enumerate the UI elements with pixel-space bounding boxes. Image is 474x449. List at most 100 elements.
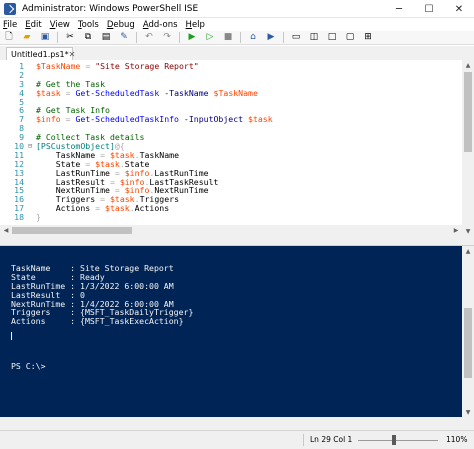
menu-addons[interactable]: Add-ons [143,20,178,30]
console-output-line: Actions : {MSFT_TaskExecAction} [11,316,184,327]
copy-icon[interactable]: ⧉ [82,32,94,43]
clear-icon[interactable]: ✎ [118,32,130,43]
toolbar-separator [136,32,137,43]
run-selection-icon[interactable]: ▷ [204,32,216,43]
console-horizontal-scrollbar[interactable] [0,417,474,430]
console-pane[interactable]: TaskName : Site Storage Report State : Re… [0,246,462,417]
pane-splitter[interactable] [0,236,474,246]
new-icon[interactable]: 🗋 [3,32,15,43]
toolbar-separator [179,32,180,43]
editor-line: 17 Actions = $task.Actions [0,204,462,213]
tab-label: Untitled1.ps1* [11,49,69,59]
menu-debug[interactable]: Debug [107,20,135,30]
command-pane-icon[interactable]: ⊞ [362,32,374,43]
fold-gutter [28,178,36,187]
redo-icon[interactable]: ↷ [161,32,173,43]
editor-line: 18} [0,213,462,222]
editor-vertical-scrollbar[interactable]: ▲ ▼ [462,60,474,236]
console-vertical-scrollbar[interactable]: ▲ ▼ [462,246,474,417]
fold-gutter [28,71,36,80]
fold-gutter [28,133,36,142]
script-editor[interactable]: 1 $TaskName = "Site Storage Report" 2 3 # Ge… [0,60,462,224]
code-text: } [36,212,41,223]
menu-help[interactable]: Help [186,20,205,30]
fold-gutter [28,124,36,133]
fold-gutter [28,213,36,222]
tab-close-icon[interactable]: ✕ [69,50,76,59]
toolbar-separator [283,32,284,43]
code-text: $info = Get-ScheduledTaskInfo -InputObje… [36,114,273,125]
stop-icon[interactable]: ■ [222,32,234,43]
cut-icon[interactable]: ✂ [64,32,76,43]
minimize-button[interactable]: ─ [384,0,414,18]
scroll-up-icon[interactable]: ▲ [462,60,474,70]
status-divider [303,434,304,446]
fold-gutter [28,195,36,204]
zoom-slider-thumb[interactable] [392,435,396,445]
cursor-position: Ln 29 Col 1 [310,435,353,444]
menu-tools[interactable]: Tools [78,20,99,30]
fold-gutter [28,115,36,124]
fold-gutter [28,186,36,195]
menu-bar: File Edit View Tools Debug Add-ons Help [0,18,474,31]
console-cursor [11,332,12,340]
title-bar: Administrator: Windows PowerShell ISE ─ … [0,0,474,18]
save-icon[interactable]: ▣ [39,32,51,43]
menu-file[interactable]: File [3,20,17,30]
toolbar-separator [240,32,241,43]
window-title: Administrator: Windows PowerShell ISE [22,3,199,14]
collapse-icon[interactable]: ⊟ [28,142,36,151]
layout-maximized-icon[interactable]: □ [326,32,338,43]
editor-line: 1 $TaskName = "Site Storage Report" [0,62,462,71]
menu-edit[interactable]: Edit [25,20,41,30]
remote-icon[interactable]: ⌂ [247,32,259,43]
fold-gutter [28,151,36,160]
paste-icon[interactable]: ▤ [100,32,112,43]
menu-view[interactable]: View [50,20,70,30]
editor-line: 7 $info = Get-ScheduledTaskInfo -InputObj… [0,115,462,124]
editor-horizontal-scrollbar[interactable]: ◀ ▶ [0,225,462,236]
tab-untitled1[interactable]: Untitled1.ps1* ✕ [6,47,76,60]
line-number: 18 [14,212,24,223]
open-icon[interactable]: ▰ [21,32,33,43]
scroll-thumb[interactable] [12,227,132,234]
fold-gutter [28,62,36,71]
layout-script-top-icon[interactable]: ▭ [290,32,302,43]
console-output-line: PS C:\> [11,360,46,371]
fold-gutter [28,89,36,98]
editor-line: 4 $task = Get-ScheduledTask -TaskName $Ta… [0,87,462,98]
powershell-app-icon [4,2,16,15]
fold-gutter [28,160,36,169]
toolbar-separator [57,32,58,43]
code-text: Actions = $task.Actions [36,203,170,214]
fold-gutter [28,98,36,107]
scroll-up-icon[interactable]: ▲ [462,246,474,256]
fold-gutter [28,106,36,115]
layout-script-right-icon[interactable]: ◫ [308,32,320,43]
layout-hide-icon[interactable]: ▢ [344,32,356,43]
code-text: $TaskName = "Site Storage Report" [36,61,199,71]
scroll-left-icon[interactable]: ◀ [0,225,12,235]
scroll-down-icon[interactable]: ▼ [462,226,474,236]
scroll-down-icon[interactable]: ▼ [462,407,474,417]
window-controls: ─ ☐ ✕ [384,0,474,18]
close-button[interactable]: ✕ [444,0,474,18]
run-icon[interactable]: ▶ [186,32,198,43]
code-text: $task = Get-ScheduledTask -TaskName $Tas… [36,87,258,98]
undo-icon[interactable]: ↶ [143,32,155,43]
scroll-right-icon[interactable]: ▶ [450,225,462,235]
scroll-thumb[interactable] [464,308,472,378]
fold-gutter [28,204,36,213]
zoom-level: 110% [446,435,468,444]
fold-gutter [28,169,36,178]
script-tab-strip: Untitled1.ps1* ✕ [0,46,474,60]
scroll-thumb[interactable] [464,72,472,152]
zoom-slider[interactable] [358,440,438,441]
maximize-button[interactable]: ☐ [414,0,444,18]
toolbar: 🗋 ▰ ▣ ✂ ⧉ ▤ ✎ ↶ ↷ ▶ ▷ ■ ⌂ ▶ ▭ ◫ □ ▢ ⊞ [0,31,474,45]
powershell-icon[interactable]: ▶ [265,32,277,43]
